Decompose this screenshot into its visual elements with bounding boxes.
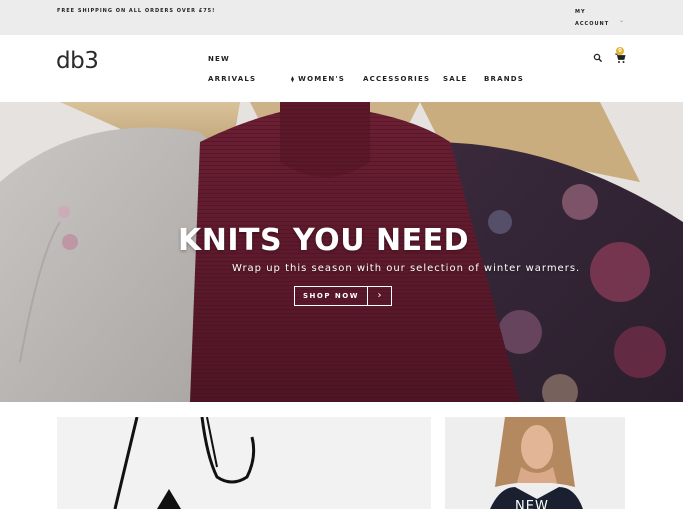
cart-count-badge: 0 <box>616 47 624 55</box>
account-label-line2: ACCOUNT <box>575 21 610 27</box>
chevron-down-icon[interactable]: ⌄ <box>619 17 624 24</box>
nav-new-arrivals[interactable]: NEW ARRIVALS <box>208 49 268 89</box>
nav-accessories[interactable]: ACCESSORIES <box>363 69 430 89</box>
nav-womens[interactable]: ⧫ WOMEN'S <box>291 69 345 90</box>
hero-title-text: KNITS YOU NEED <box>178 223 469 258</box>
nav-new-line1: NEW <box>208 55 230 63</box>
top-bar: FREE SHIPPING ON ALL ORDERS OVER £75! MY… <box>0 0 683 35</box>
shop-now-label: SHOP NOW <box>303 292 359 300</box>
promo-tile-accessories[interactable] <box>57 417 431 509</box>
bag-strap-image <box>113 417 256 509</box>
main-header: db3 NEW ARRIVALS ⧫ WOMEN'S ACCESSORIES SA… <box>0 35 683 102</box>
featured-section: NEW <box>0 402 683 509</box>
nav-sale[interactable]: SALE <box>443 69 468 89</box>
account-label-line1: MY <box>575 9 586 15</box>
nav-new-line2: ARRIVALS <box>208 75 257 83</box>
my-account-link[interactable]: MY ACCOUNT <box>575 6 615 30</box>
shop-now-button[interactable]: SHOP NOW › <box>294 286 392 306</box>
model-image <box>445 417 625 509</box>
tile-new-label: NEW <box>515 499 549 509</box>
nav-womens-label: WOMEN'S <box>298 75 346 83</box>
hero-title: KNITS YOU NEED <box>0 223 683 258</box>
chevron-right-icon: › <box>367 287 391 305</box>
hero-subtitle: Wrap up this season with our selection o… <box>232 263 581 274</box>
promo-tile-new[interactable]: NEW <box>445 417 625 509</box>
site-logo[interactable]: db3 <box>56 48 99 74</box>
hero-banner[interactable]: KNITS YOU NEED Wrap up this season with … <box>0 102 683 402</box>
search-icon[interactable] <box>593 53 603 63</box>
shipping-promo: FREE SHIPPING ON ALL ORDERS OVER £75! <box>57 8 216 14</box>
diamond-icon: ⧫ <box>291 76 296 83</box>
nav-brands[interactable]: BRANDS <box>484 69 524 89</box>
